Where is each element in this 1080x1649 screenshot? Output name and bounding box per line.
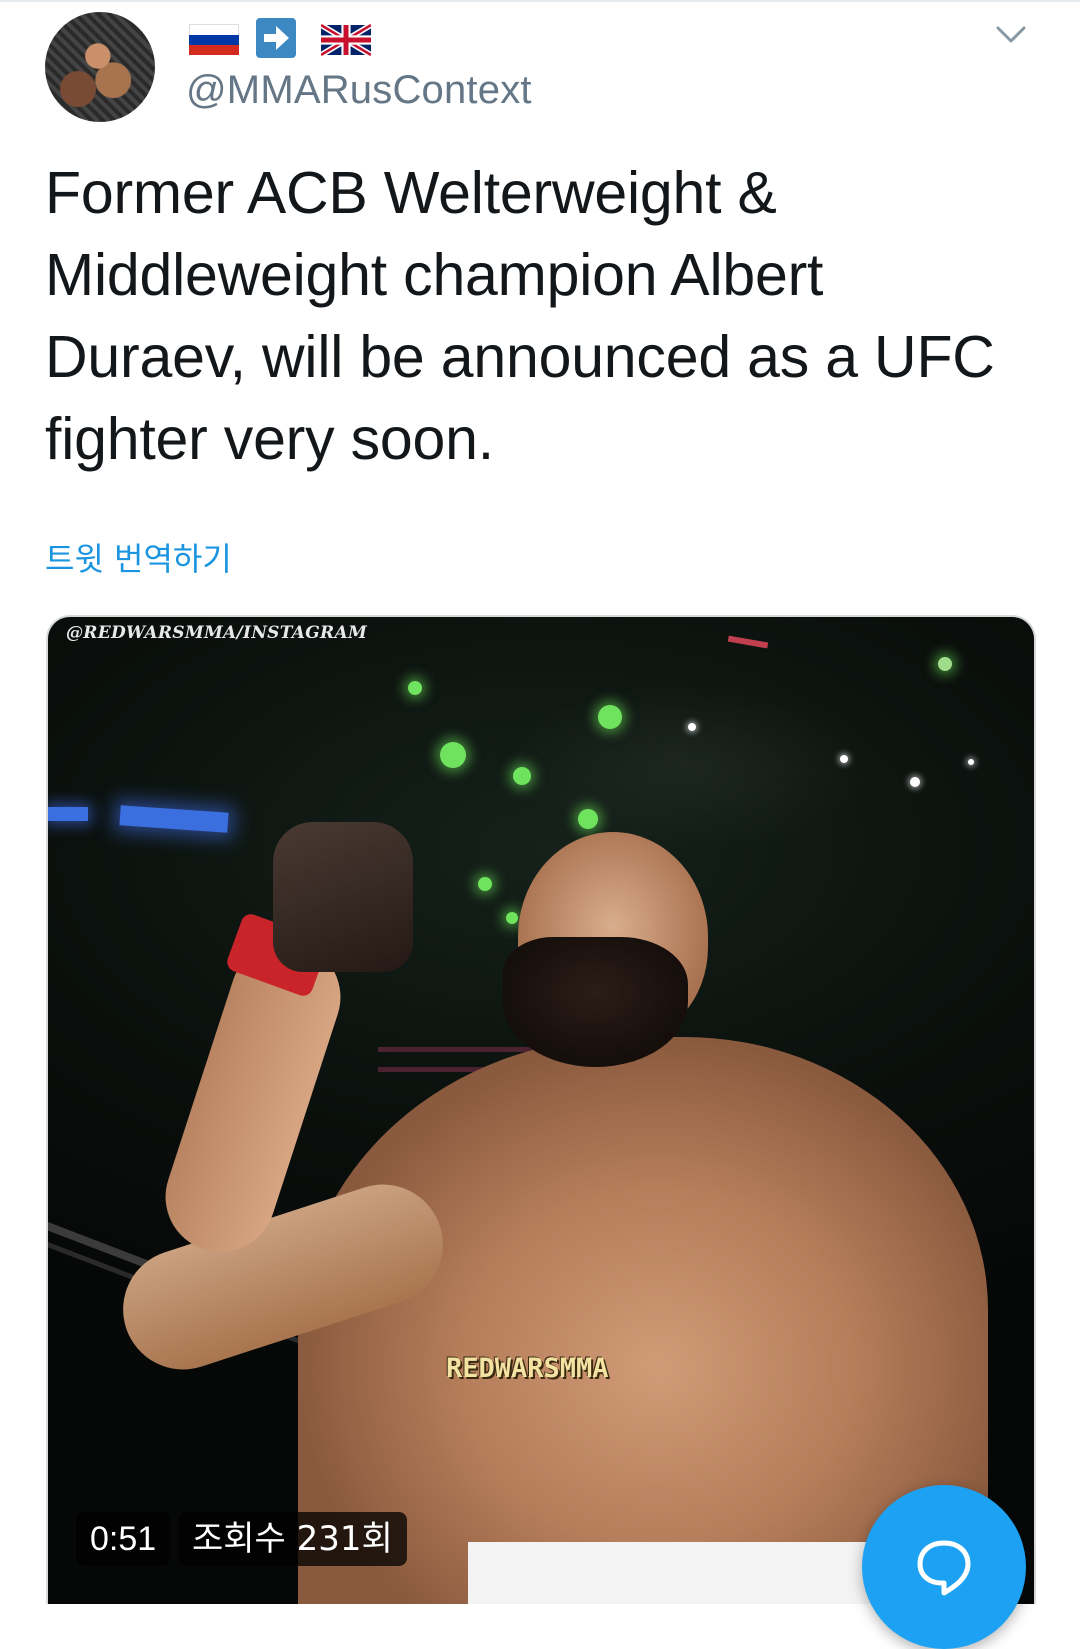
fighter-beard <box>503 937 688 1067</box>
reply-bubble-icon <box>917 1540 971 1596</box>
confetti-spark <box>408 681 422 695</box>
confetti-spark <box>688 723 696 731</box>
confetti-spark <box>478 877 492 891</box>
stage-light <box>727 635 769 649</box>
confetti-spark <box>840 755 848 763</box>
confetti-spark <box>910 777 920 787</box>
video-duration-badge: 0:51 <box>76 1512 171 1566</box>
right-arrow-icon <box>256 18 296 58</box>
tweet-text: Former ACB Welterweight & Middleweight c… <box>45 160 995 472</box>
confetti-spark <box>440 742 466 768</box>
video-player[interactable]: @REDWARSMMA/INSTAGRAM REDWARSMMA 0:51 조회… <box>46 615 1036 1604</box>
confetti-spark <box>578 809 598 829</box>
user-handle[interactable]: @MMARusContext <box>186 68 532 113</box>
video-watermark-center: REDWARSMMA <box>446 1353 609 1384</box>
reply-fab-button[interactable] <box>862 1485 1026 1649</box>
user-avatar[interactable] <box>45 12 155 122</box>
top-divider <box>0 0 1080 2</box>
confetti-spark <box>968 759 974 765</box>
stage-light <box>119 805 229 833</box>
video-views-badge: 조회수 231회 <box>178 1512 407 1566</box>
chevron-down-icon[interactable] <box>995 18 1027 50</box>
confetti-spark <box>938 657 952 671</box>
confetti-spark <box>506 912 518 924</box>
russia-flag-icon <box>189 24 239 55</box>
confetti-spark <box>513 767 531 785</box>
confetti-spark <box>598 705 622 729</box>
video-watermark-source: @REDWARSMMA/INSTAGRAM <box>66 623 368 643</box>
stage-light <box>48 807 88 821</box>
translate-tweet-link[interactable]: 트윗 번역하기 <box>45 534 232 580</box>
fighter-glove <box>273 822 413 972</box>
uk-flag-icon <box>319 22 373 58</box>
